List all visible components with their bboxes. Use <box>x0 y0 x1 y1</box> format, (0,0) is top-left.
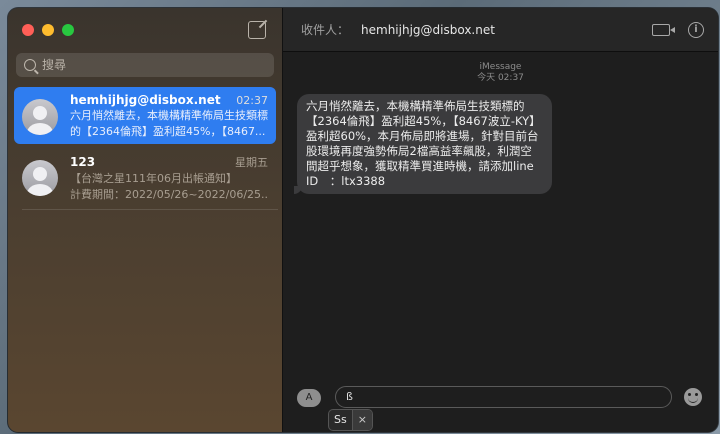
avatar <box>22 160 58 196</box>
conversation-preview-line2: 的【2364倫飛】盈利超45%，【8467... <box>70 125 266 138</box>
conversation-preview-line2: 計費期間：2022/05/26~2022/06/25... <box>70 188 268 201</box>
conversation-time: 02:37 <box>236 94 268 107</box>
window-controls <box>22 24 74 36</box>
emoji-icon[interactable] <box>684 388 702 406</box>
search-input[interactable] <box>42 58 242 72</box>
conversation-item[interactable]: hemhijhjg@disbox.net 02:37 六月悄然離去，本機構精準佈… <box>14 87 276 144</box>
info-icon[interactable]: i <box>688 21 704 38</box>
conversation-time: 星期五 <box>235 156 268 169</box>
video-call-icon[interactable] <box>652 23 675 36</box>
ime-candidate[interactable]: Ss <box>329 410 352 430</box>
list-divider <box>22 209 278 210</box>
conversation-head: hemhijhjg@disbox.net 02:37 <box>70 93 268 107</box>
service-label: iMessage <box>479 62 522 72</box>
conversation-head: 123 星期五 <box>70 154 268 170</box>
avatar <box>22 99 58 135</box>
minimize-window-button[interactable] <box>42 24 54 36</box>
conversation-name: 123 <box>70 155 96 169</box>
app-store-icon[interactable]: A <box>297 389 321 407</box>
compose-icon[interactable] <box>248 21 266 39</box>
conversation-list: hemhijhjg@disbox.net 02:37 六月悄然離去，本機構精準佈… <box>14 87 276 209</box>
sidebar: hemhijhjg@disbox.net 02:37 六月悄然離去，本機構精準佈… <box>8 8 283 432</box>
ime-candidate-popup: Ss × <box>329 410 372 430</box>
message-input[interactable]: ß <box>335 386 672 408</box>
conversation-name: hemhijhjg@disbox.net <box>70 93 221 107</box>
conversation-preview-line1: 六月悄然離去，本機構精準佈局生技類標 <box>70 109 268 122</box>
recipient-field[interactable]: hemhijhjg@disbox.net <box>361 23 652 37</box>
messages-window: hemhijhjg@disbox.net 02:37 六月悄然離去，本機構精準佈… <box>8 8 718 432</box>
recipient-label: 收件人： <box>301 23 350 37</box>
close-window-button[interactable] <box>22 24 34 36</box>
search-icon <box>24 59 36 71</box>
message-meta: iMessage 今天 02:37 <box>283 62 718 84</box>
search-bar[interactable] <box>16 53 274 77</box>
message-timestamp: 今天 02:37 <box>477 73 524 83</box>
conversation-pane: 收件人： hemhijhjg@disbox.net i iMessage 今天 … <box>283 8 718 432</box>
conversation-body: 123 星期五 【台灣之星111年06月出帳通知】 計費期間：2022/05/2… <box>70 154 268 202</box>
incoming-message-bubble[interactable]: 六月悄然離去，本機構精準佈局生技類標的【2364倫飛】盈利超45%，【8467波… <box>294 94 552 194</box>
conversation-body: hemhijhjg@disbox.net 02:37 六月悄然離去，本機構精準佈… <box>70 93 268 139</box>
conversation-preview-line1: 【台灣之星111年06月出帳通知】 <box>70 172 237 185</box>
maximize-window-button[interactable] <box>62 24 74 36</box>
ime-close-icon[interactable]: × <box>351 410 372 430</box>
conversation-header: 收件人： hemhijhjg@disbox.net i <box>283 8 718 52</box>
conversation-item[interactable]: 123 星期五 【台灣之星111年06月出帳通知】 計費期間：2022/05/2… <box>14 148 276 205</box>
